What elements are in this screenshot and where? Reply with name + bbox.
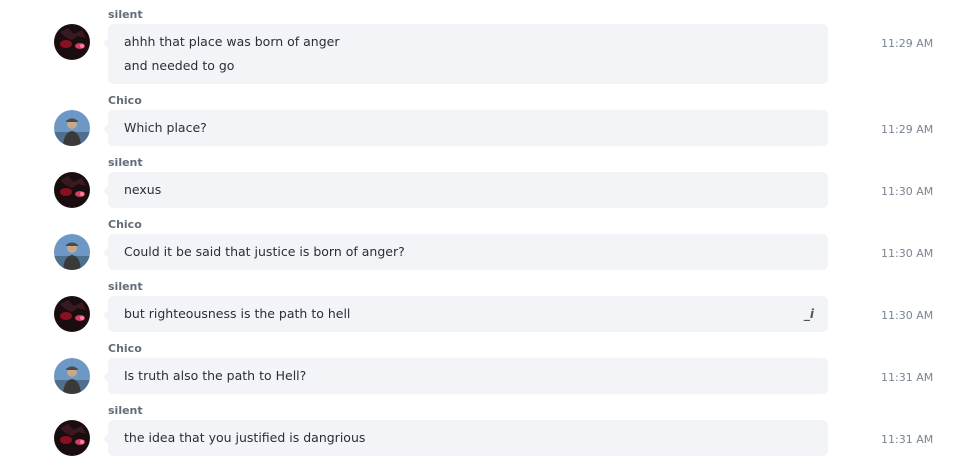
message-time: 11:29 AM [881,37,934,50]
silent-avatar[interactable] [54,24,90,60]
silent-avatar[interactable] [54,172,90,208]
message-author[interactable]: Chico [108,94,142,108]
message-bubble: nexus [103,172,828,208]
message-bubble: ahhh that place was born of anger and ne… [103,24,828,84]
message-author[interactable]: Chico [108,342,142,356]
message-author[interactable]: silent [108,8,143,22]
message-text: Which place? [124,120,207,135]
message-bubble: Could it be said that justice is born of… [103,234,828,270]
message-item: silent nexus 11:30 AM [0,154,978,216]
message-bubble: Which place? [103,110,828,146]
message-author[interactable]: Chico [108,218,142,232]
message-time: 11:31 AM [881,371,934,384]
chico-avatar[interactable] [54,358,90,394]
chico-avatar[interactable] [54,234,90,270]
message-bubble: Is truth also the path to Hell? [103,358,828,394]
message-time: 11:29 AM [881,123,934,136]
message-author[interactable]: silent [108,156,143,170]
message-time: 11:30 AM [881,247,934,260]
message-item: Chico Is truth also the path to Hell? 11… [0,340,978,402]
chico-avatar[interactable] [54,110,90,146]
message-item: Chico Could it be said that justice is b… [0,216,978,278]
message-item: silent the idea that you justified is da… [0,402,978,464]
message-item: silent but righteousness is the path to … [0,278,978,340]
message-author[interactable]: silent [108,280,143,294]
message-bubble: the idea that you justified is dangrious [103,420,828,456]
message-time: 11:30 AM [881,185,934,198]
message-time: 11:31 AM [881,433,934,446]
message-time: 11:30 AM [881,309,934,322]
message-text: ahhh that place was born of anger [124,34,340,49]
message-bubble: but righteousness is the path to hell _i [103,296,828,332]
edit-message-icon[interactable]: _i [804,306,814,322]
message-text: Could it be said that justice is born of… [124,244,405,259]
chat-window: silent ahhh that place was born of anger… [0,0,978,464]
message-item: silent ahhh that place was born of anger… [0,6,978,84]
message-text: but righteousness is the path to hell [124,306,351,321]
message-text: the idea that you justified is dangrious [124,430,366,445]
message-text: and needed to go [124,58,235,73]
message-text: nexus [124,182,162,197]
silent-avatar[interactable] [54,296,90,332]
silent-avatar[interactable] [54,420,90,456]
message-item: Chico Which place? 11:29 AM [0,92,978,154]
message-author[interactable]: silent [108,404,143,418]
message-text: Is truth also the path to Hell? [124,368,307,383]
